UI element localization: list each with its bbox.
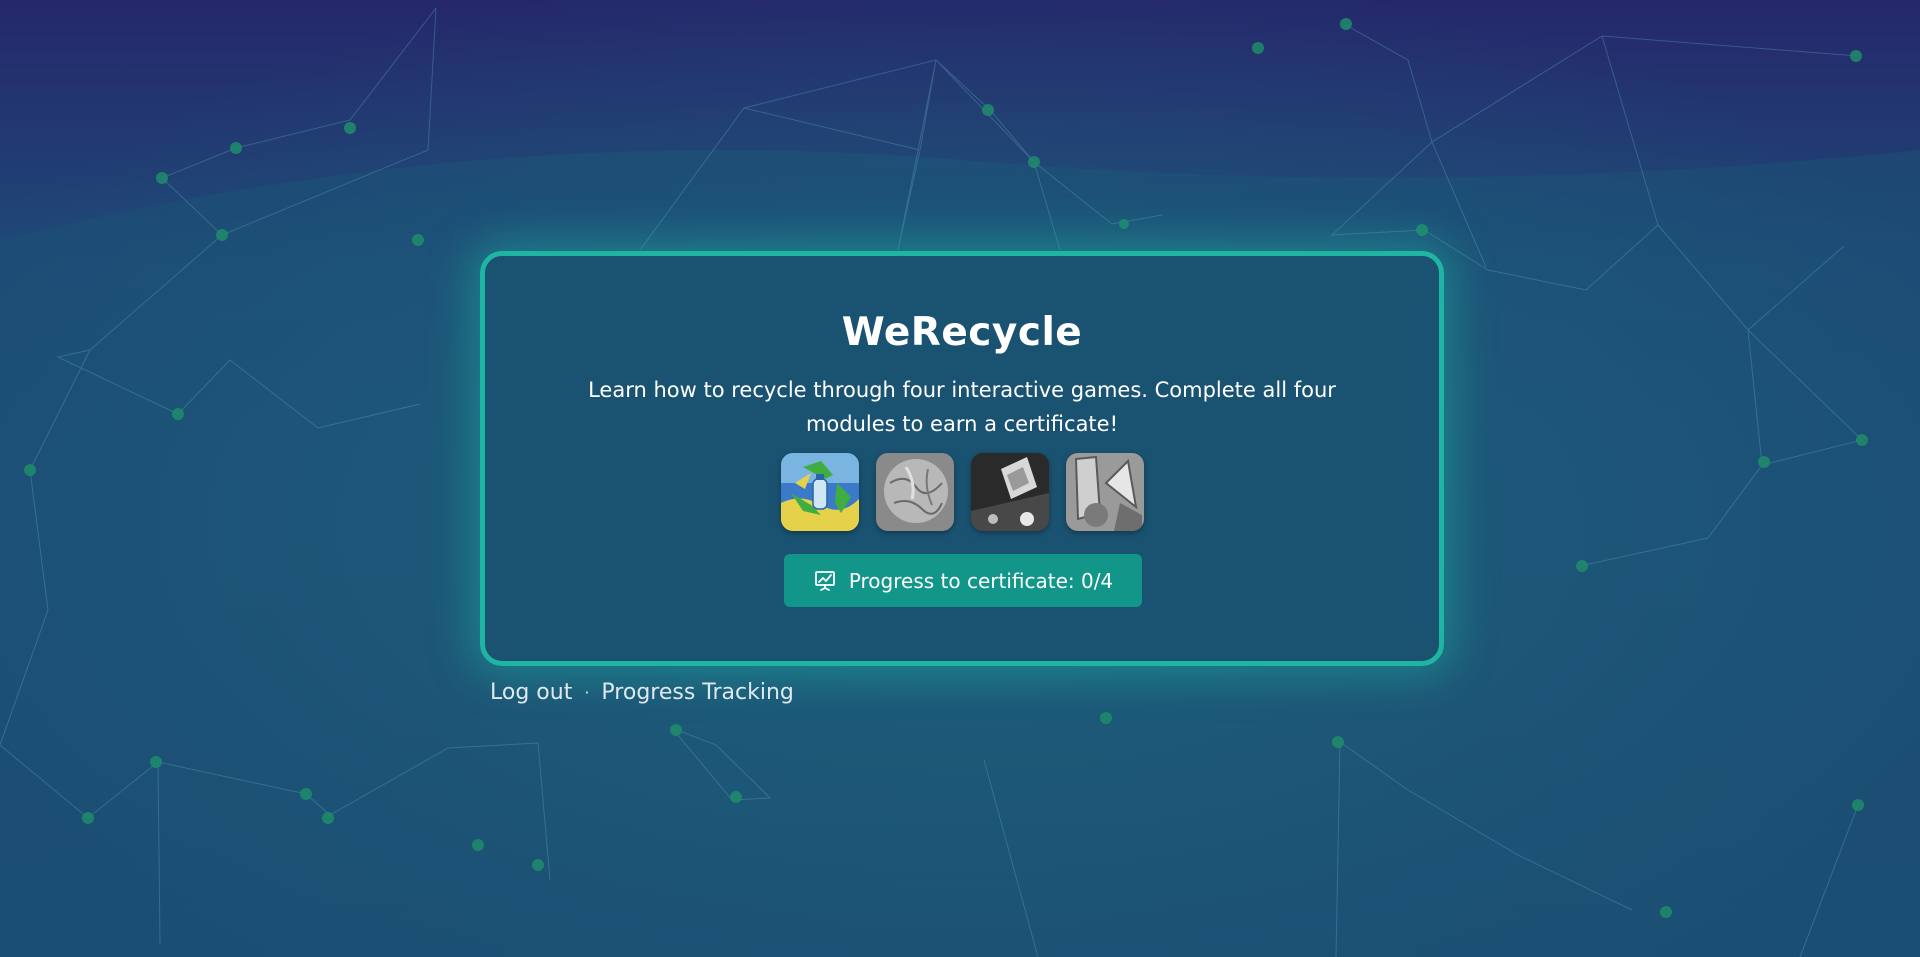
chart-presentation-icon (813, 569, 837, 593)
module-recycling-bottle[interactable] (780, 453, 859, 531)
crumpled-paper-icon (875, 453, 954, 531)
footer-links: Log out · Progress Tracking (490, 680, 794, 705)
app-title: WeRecycle (841, 310, 1083, 355)
module-crumpled-paper[interactable] (875, 453, 954, 531)
progress-button[interactable]: Progress to certificate: 0/4 (784, 554, 1142, 607)
app-description: Learn how to recycle through four intera… (588, 378, 1336, 436)
recycling-bottle-icon (780, 453, 859, 531)
logout-link[interactable]: Log out (490, 680, 572, 705)
module-glass-jar[interactable] (1065, 453, 1144, 531)
footer-separator: · (584, 683, 590, 702)
progress-label: Progress to certificate: 0/4 (848, 568, 1114, 593)
welcome-card: WeRecycle Learn how to recycle through f… (480, 251, 1444, 666)
trash-bin-icon (970, 453, 1049, 531)
module-trash-bin[interactable] (970, 453, 1049, 531)
progress-tracking-link[interactable]: Progress Tracking (601, 680, 793, 705)
module-list (485, 453, 1439, 531)
glass-jar-icon (1065, 453, 1144, 531)
